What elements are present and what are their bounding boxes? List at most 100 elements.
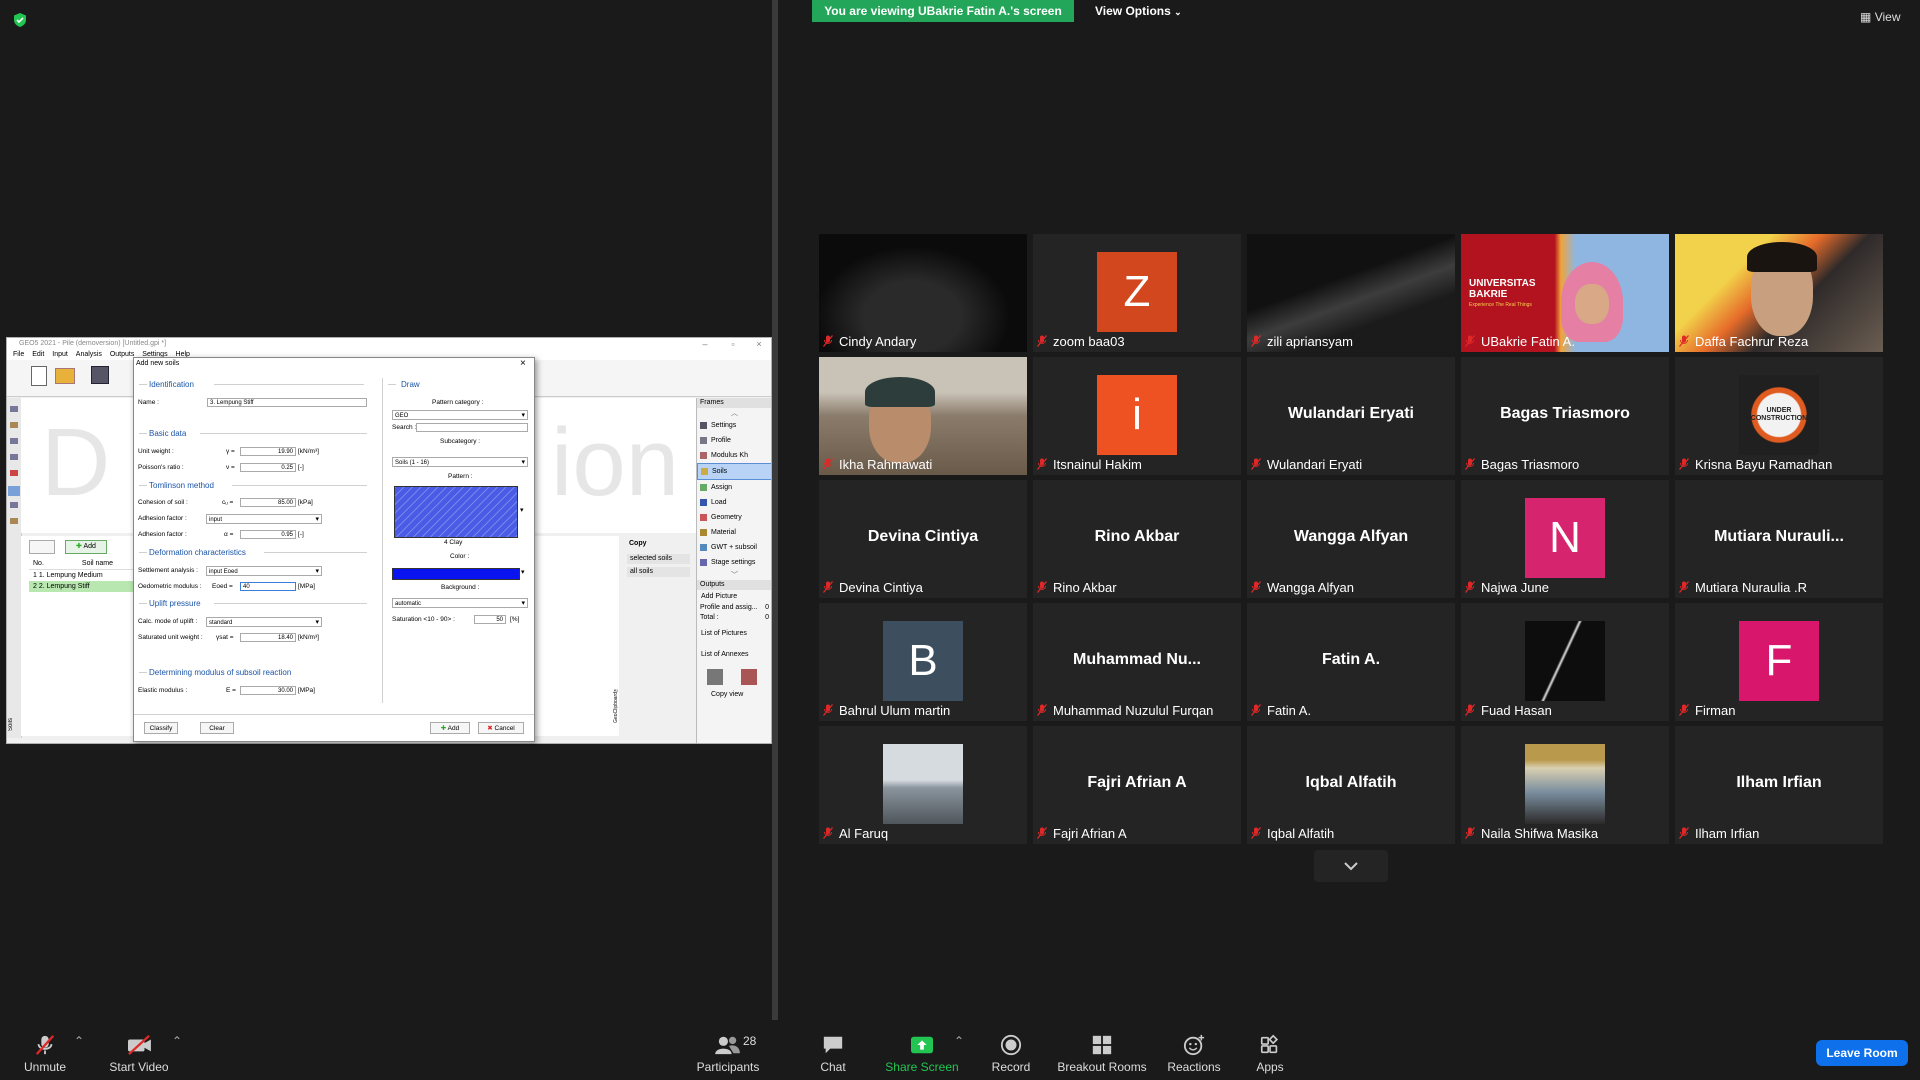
- close-icon[interactable]: ×: [749, 338, 769, 350]
- audio-options-caret[interactable]: ⌃: [72, 1034, 86, 1048]
- menu-file[interactable]: File: [13, 351, 24, 358]
- subcategory-select[interactable]: Soils (1 - 16): [392, 457, 528, 468]
- participant-tile[interactable]: Wangga Alfyan Wangga Alfyan: [1247, 480, 1455, 598]
- oedometric-field[interactable]: 40: [240, 582, 296, 591]
- settlement-select[interactable]: input Eoed: [206, 566, 322, 577]
- save-icon[interactable]: [91, 366, 109, 384]
- participant-tile[interactable]: zili apriansyam: [1247, 234, 1455, 352]
- participant-tile[interactable]: Devina Cintiya Devina Cintiya: [819, 480, 1027, 598]
- participant-tile[interactable]: B Bahrul Ulum martin: [819, 603, 1027, 721]
- cohesion-field[interactable]: 85.00: [240, 498, 296, 507]
- color-swatch[interactable]: [392, 568, 520, 580]
- frame-material[interactable]: Material: [697, 525, 771, 540]
- frame-soils[interactable]: Soils: [697, 463, 771, 480]
- menu-edit[interactable]: Edit: [32, 351, 44, 358]
- leave-room-button[interactable]: Leave Room: [1816, 1040, 1908, 1066]
- scroll-up-icon[interactable]: ︿: [697, 408, 771, 418]
- frame-stage-settings[interactable]: Stage settings: [697, 555, 771, 570]
- add-button[interactable]: ✚ Add: [430, 722, 470, 734]
- view-button[interactable]: ▦ View: [1860, 10, 1900, 24]
- tool-icon-2[interactable]: [10, 422, 18, 428]
- tool-icon-5[interactable]: [10, 470, 18, 476]
- classify-button[interactable]: Classify: [144, 722, 178, 734]
- participant-tile[interactable]: Iqbal Alfatih Iqbal Alfatih: [1247, 726, 1455, 844]
- share-screen-button[interactable]: Share Screen: [882, 1034, 962, 1074]
- unit-weight-field[interactable]: 19.90: [240, 447, 296, 456]
- participant-tile[interactable]: Fatin A. Fatin A.: [1247, 603, 1455, 721]
- frame-assign[interactable]: Assign: [697, 480, 771, 495]
- poisson-field[interactable]: 0.25: [240, 463, 296, 472]
- elastic-field[interactable]: 30.00: [240, 686, 296, 695]
- frame-load[interactable]: Load: [697, 495, 771, 510]
- add-picture-button[interactable]: Add Picture: [697, 590, 771, 603]
- list-of-pictures-button[interactable]: List of Pictures: [697, 627, 771, 640]
- close-icon[interactable]: ×: [520, 358, 526, 369]
- participant-tile[interactable]: Daffa Fachrur Reza: [1675, 234, 1883, 352]
- tool-icon-7[interactable]: [10, 502, 18, 508]
- start-video-button[interactable]: Start Video: [104, 1034, 174, 1074]
- search-input[interactable]: [416, 423, 528, 432]
- participant-tile[interactable]: Rino Akbar Rino Akbar: [1033, 480, 1241, 598]
- table-row[interactable]: 1 1. Lempung Medium: [29, 570, 141, 581]
- calc-mode-select[interactable]: standard: [206, 617, 322, 628]
- table-row[interactable]: 2 2. Lempung Stiff: [29, 581, 141, 592]
- participant-tile[interactable]: Muhammad Nu... Muhammad Nuzulul Furqan: [1033, 603, 1241, 721]
- split-view-divider[interactable]: [772, 0, 778, 1020]
- share-options-caret[interactable]: ⌃: [952, 1034, 966, 1048]
- frame-geometry[interactable]: Geometry: [697, 510, 771, 525]
- name-field[interactable]: 3. Lempung Stiff: [207, 398, 367, 407]
- saturated-field[interactable]: 18.40: [240, 633, 296, 642]
- copy-selected-soils[interactable]: selected soils: [627, 554, 690, 564]
- participant-tile[interactable]: Wulandari Eryati Wulandari Eryati: [1247, 357, 1455, 475]
- printer-icon[interactable]: [707, 669, 723, 685]
- copy-all-soils[interactable]: all soils: [627, 567, 690, 577]
- table-icon[interactable]: [8, 486, 20, 496]
- open-folder-icon[interactable]: [55, 368, 75, 384]
- participant-tile[interactable]: Zzoom baa03: [1033, 234, 1241, 352]
- saturation-field[interactable]: 50: [474, 615, 506, 624]
- menu-input[interactable]: Input: [52, 351, 68, 358]
- color-dropdown-icon[interactable]: ▾: [521, 568, 525, 576]
- print-pdf-icon[interactable]: [741, 669, 757, 685]
- alpha-field[interactable]: 0.95: [240, 530, 296, 539]
- participant-tile[interactable]: i Itsnainul Hakim: [1033, 357, 1241, 475]
- pattern-dropdown-icon[interactable]: ▾: [520, 506, 524, 514]
- frame-profile[interactable]: Profile: [697, 433, 771, 448]
- frame-gwt-subsoil[interactable]: GWT + subsoil: [697, 540, 771, 555]
- list-view-button[interactable]: [29, 540, 55, 554]
- adhesion-factor-select[interactable]: input: [206, 514, 322, 525]
- record-button[interactable]: Record: [988, 1034, 1034, 1074]
- participant-tile[interactable]: F Firman: [1675, 603, 1883, 721]
- reactions-button[interactable]: Reactions: [1164, 1034, 1224, 1074]
- gallery-next-page-button[interactable]: [1314, 850, 1388, 882]
- participant-tile[interactable]: Cindy Andary: [819, 234, 1027, 352]
- pattern-category-select[interactable]: GEO: [392, 410, 528, 421]
- scroll-down-icon[interactable]: ﹀: [697, 570, 771, 580]
- participant-tile[interactable]: Fajri Afrian A Fajri Afrian A: [1033, 726, 1241, 844]
- tool-icon-1[interactable]: [10, 406, 18, 412]
- menu-analysis[interactable]: Analysis: [76, 351, 102, 358]
- participant-tile[interactable]: Mutiara Nurauli... Mutiara Nuraulia .R: [1675, 480, 1883, 598]
- participant-tile[interactable]: Ikha Rahmawati: [819, 357, 1027, 475]
- frame-modulus-kh[interactable]: Modulus Kh: [697, 448, 771, 463]
- menu-outputs[interactable]: Outputs: [110, 351, 135, 358]
- cancel-button[interactable]: ✖ Cancel: [478, 722, 524, 734]
- participant-tile[interactable]: Ilham Irfian Ilham Irfian: [1675, 726, 1883, 844]
- breakout-rooms-button[interactable]: Breakout Rooms: [1056, 1034, 1148, 1074]
- participant-tile[interactable]: Naila Shifwa Masika: [1461, 726, 1669, 844]
- clear-button[interactable]: Clear: [200, 722, 234, 734]
- gear-icon[interactable]: [10, 518, 18, 524]
- new-file-icon[interactable]: [31, 366, 47, 386]
- maximize-button[interactable]: ▫: [723, 338, 743, 350]
- frame-settings[interactable]: Settings: [697, 418, 771, 433]
- participant-tile[interactable]: N Najwa June: [1461, 480, 1669, 598]
- copy-view-button[interactable]: Copy view: [697, 689, 771, 701]
- minimize-button[interactable]: –: [695, 338, 715, 350]
- participant-tile[interactable]: Bagas Triasmoro Bagas Triasmoro: [1461, 357, 1669, 475]
- participant-tile[interactable]: UNDER CONSTRUCTION Krisna Bayu Ramadhan: [1675, 357, 1883, 475]
- add-soil-button[interactable]: ✚ Add: [65, 540, 107, 554]
- participant-tile[interactable]: UNIVERSITAS BAKRIE Experience The Real Thi…: [1461, 234, 1669, 352]
- move-icon[interactable]: [10, 438, 18, 444]
- background-select[interactable]: automatic: [392, 598, 528, 609]
- pattern-preview[interactable]: [394, 486, 518, 538]
